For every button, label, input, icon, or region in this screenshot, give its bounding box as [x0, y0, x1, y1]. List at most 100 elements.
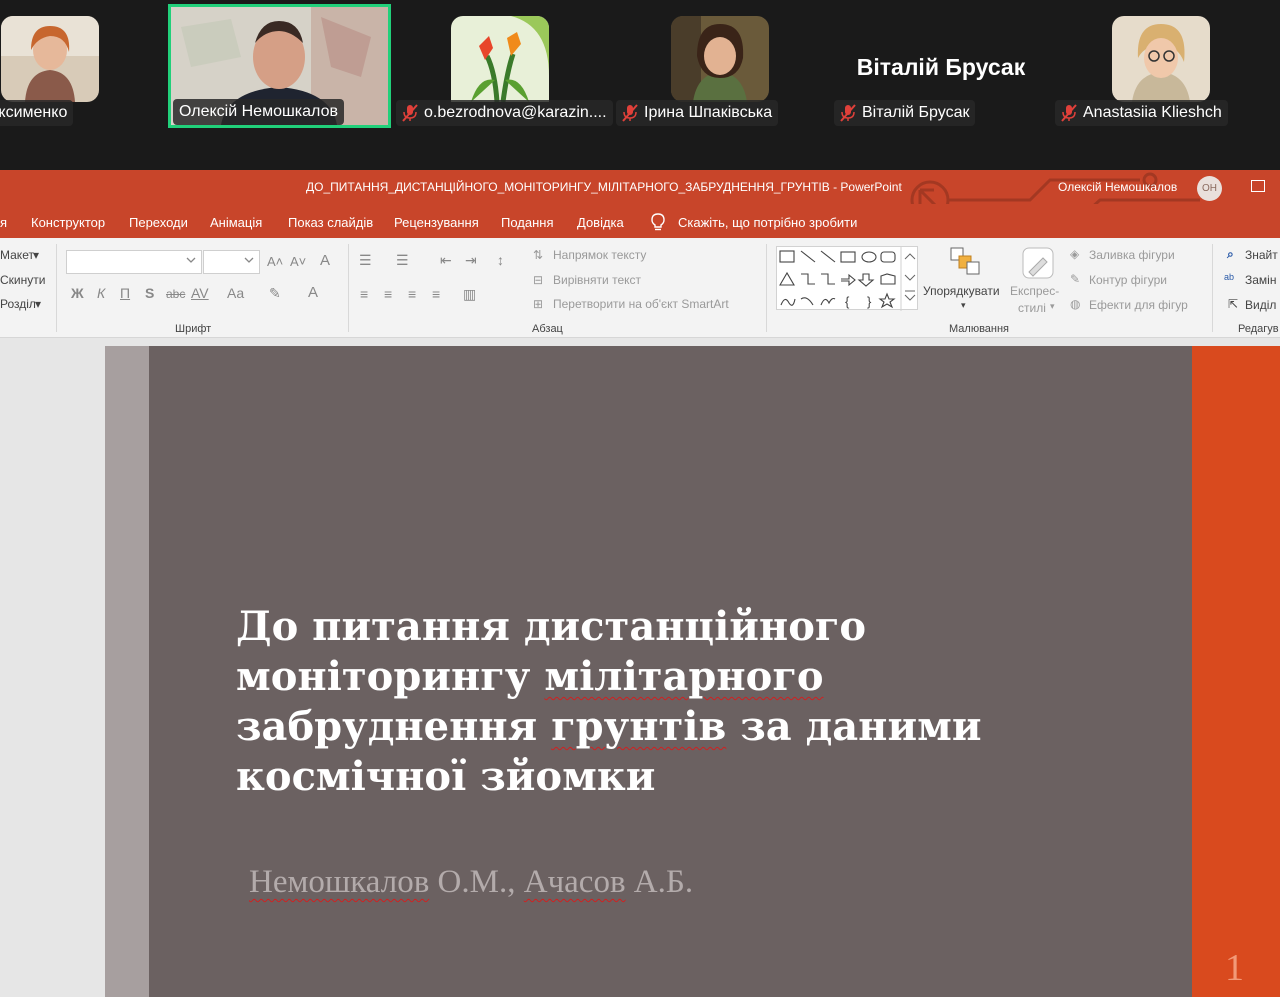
find-icon[interactable]: ⌕ [1227, 247, 1234, 262]
slide-number: 1 [1225, 947, 1244, 989]
shape-effects-icon[interactable]: ◍ [1070, 297, 1080, 311]
font-color-button[interactable]: A [308, 284, 318, 301]
participant-name: o.bezrodnova@karazin.... [424, 104, 607, 121]
tab-design[interactable]: Конструктор [31, 215, 105, 230]
quick-styles-button-line1[interactable]: Експрес- [1010, 284, 1059, 298]
participant-tile[interactable]: дія Максименко [0, 4, 160, 128]
arrange-button[interactable]: Упорядкувати [923, 284, 1000, 298]
layout-button[interactable]: Макет [0, 248, 34, 262]
arrange-icon [950, 247, 980, 275]
align-center-icon[interactable]: ≡ [384, 286, 392, 302]
clear-formatting-button[interactable]: A [320, 252, 330, 269]
account-name[interactable]: Олексій Немошкалов [1058, 180, 1177, 194]
replace-button[interactable]: Замін [1245, 273, 1276, 287]
justify-icon[interactable]: ≡ [432, 286, 440, 302]
tab-slideshow[interactable]: Показ слайдів [288, 215, 373, 230]
align-right-icon[interactable]: ≡ [408, 286, 416, 302]
tab-review[interactable]: Рецензування [394, 215, 479, 230]
strikethrough-button[interactable]: abc [166, 287, 185, 301]
grow-font-button[interactable]: A˄ [267, 254, 283, 269]
ribbon-display-options-icon[interactable] [1251, 180, 1265, 192]
participant-tile[interactable]: o.bezrodnova@karazin.... [390, 4, 613, 128]
shape-outline-icon[interactable]: ✎ [1070, 272, 1080, 286]
tab-partial[interactable]: я [0, 215, 7, 230]
numbering-icon[interactable]: ☰ [396, 252, 409, 269]
slide-canvas: До питання дистанційного моніторингу міл… [0, 339, 1280, 997]
slide-left-band [105, 346, 149, 997]
align-text-icon[interactable]: ⊟ [533, 273, 543, 287]
shape-outline-button[interactable]: Контур фігури [1089, 273, 1167, 287]
chevron-down-icon [186, 257, 196, 263]
ribbon-tabs: я Конструктор Переходи Анімація Показ сл… [0, 204, 1280, 238]
tab-transitions[interactable]: Переходи [129, 215, 188, 230]
quick-styles-icon [1022, 247, 1054, 279]
chevron-down-icon [244, 257, 254, 263]
participant-name: Віталій Брусак [862, 104, 970, 121]
participant-name-tag: Ірина Шпаківська [616, 100, 779, 126]
slide-title-part-misspelled: мілітарного [544, 653, 824, 700]
select-button[interactable]: Виділ [1245, 298, 1276, 312]
ribbon-home: Макет ▾ Скинути Розділ ▾ A˄ A˅ A Ж К П S… [0, 238, 1280, 338]
shape-effects-button[interactable]: Ефекти для фігур [1089, 298, 1188, 312]
group-separator [56, 244, 57, 332]
font-group-label: Шрифт [175, 323, 212, 335]
participant-avatar [1, 16, 99, 102]
participant-tile-active-speaker[interactable]: Олексій Немошкалов [168, 4, 391, 128]
mic-muted-icon [1061, 104, 1077, 122]
font-family-combo[interactable] [66, 250, 202, 274]
section-dropdown-icon[interactable]: ▾ [35, 297, 41, 311]
svg-text:}: } [867, 294, 872, 309]
italic-button[interactable]: К [97, 285, 105, 301]
paragraph-group-label: Абзац [532, 323, 563, 335]
quick-styles-dropdown-icon[interactable]: ▾ [1050, 301, 1055, 312]
tell-me-search[interactable]: Скажіть, що потрібно зробити [678, 215, 857, 230]
section-button[interactable]: Розділ [0, 297, 36, 311]
slide-authors[interactable]: Немошкалов О.М., Ачасов А.Б. [249, 864, 693, 901]
slide-1[interactable]: До питання дистанційного моніторингу міл… [105, 346, 1280, 997]
account-avatar[interactable]: ОН [1197, 176, 1222, 201]
text-shadow-button[interactable]: S [145, 285, 154, 301]
change-case-button[interactable]: Aa [227, 285, 244, 301]
participant-tile[interactable]: Віталій Брусак Віталій Брусак [830, 4, 1050, 128]
increase-indent-icon[interactable]: ⇥ [465, 252, 477, 269]
text-direction-icon[interactable]: ⇅ [533, 248, 543, 262]
participant-avatar [671, 16, 769, 102]
participant-name-tag: Anastasiia Klieshch [1055, 100, 1228, 126]
tab-animations[interactable]: Анімація [210, 215, 262, 230]
bold-button[interactable]: Ж [71, 285, 84, 301]
slide-title-part: До питання дистанційного [236, 603, 867, 650]
participant-name: Anastasiia Klieshch [1083, 104, 1222, 121]
participant-tile[interactable]: Ірина Шпаківська [610, 4, 830, 128]
quick-styles-button-line2[interactable]: стилі [1018, 301, 1046, 315]
title-bar: ДО_ПИТАННЯ_ДИСТАНЦІЙНОГО_МОНІТОРИНГУ_МІЛ… [0, 170, 1280, 204]
bullets-icon[interactable]: ☰ [359, 252, 372, 269]
smartart-icon[interactable]: ⊞ [533, 297, 543, 311]
underline-button[interactable]: П [120, 285, 130, 301]
shapes-gallery[interactable]: { } [776, 246, 918, 311]
columns-icon[interactable]: ▥ [463, 286, 476, 303]
tab-help[interactable]: Довідка [577, 215, 624, 230]
align-left-icon[interactable]: ≡ [360, 286, 368, 302]
highlight-icon[interactable]: ✎ [269, 285, 281, 302]
shape-fill-icon[interactable]: ◈ [1070, 247, 1079, 261]
layout-dropdown-icon[interactable]: ▾ [33, 248, 39, 262]
character-spacing-button[interactable]: AV [191, 285, 209, 301]
reset-button[interactable]: Скинути [0, 273, 45, 287]
convert-smartart-button[interactable]: Перетворити на об'єкт SmartArt [553, 297, 729, 311]
select-icon[interactable]: ⇱ [1228, 297, 1238, 311]
font-size-combo[interactable] [203, 250, 260, 274]
arrange-dropdown-icon[interactable]: ▾ [961, 300, 966, 311]
slide-title[interactable]: До питання дистанційного моніторингу міл… [236, 602, 1136, 802]
slide-title-part: забруднення [236, 703, 538, 750]
text-direction-button[interactable]: Напрямок тексту [553, 248, 646, 262]
replace-icon[interactable]: ab [1224, 272, 1234, 282]
align-text-button[interactable]: Вирівняти текст [553, 273, 641, 287]
shrink-font-button[interactable]: A˅ [290, 254, 306, 269]
tab-view[interactable]: Подання [501, 215, 554, 230]
participant-tile[interactable]: Anastasiia Klieshch [1051, 4, 1271, 128]
decrease-indent-icon[interactable]: ⇤ [440, 252, 452, 269]
line-spacing-icon[interactable]: ↕ [497, 252, 504, 268]
find-button[interactable]: Знайт [1245, 248, 1278, 262]
participant-name: Олексій Немошкалов [179, 103, 338, 120]
shape-fill-button[interactable]: Заливка фігури [1089, 248, 1175, 262]
